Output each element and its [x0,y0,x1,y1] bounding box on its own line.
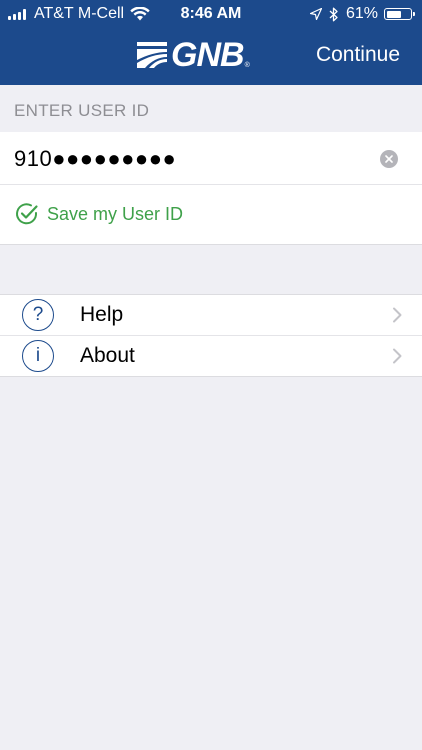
chevron-right-icon [393,348,402,364]
menu-item-label: About [80,344,135,367]
clear-x-icon [385,155,393,163]
battery-fill [386,10,401,18]
logo-field-icon [137,42,167,68]
logo-text: GNB [171,36,245,74]
save-user-id-toggle[interactable]: Save my User ID [0,185,422,243]
continue-button[interactable]: Continue [316,43,400,67]
login-field-group: 910●●●●●●●●● Save my User ID [0,132,422,245]
menu-list: ? Help i About [0,294,422,377]
status-right: 61% [309,5,415,23]
user-id-row[interactable]: 910●●●●●●●●● [0,132,422,185]
menu-item-about[interactable]: i About [0,335,422,376]
checkmark-circle-icon[interactable] [15,202,39,226]
battery-percent: 61% [345,5,378,22]
user-id-input[interactable]: 910●●●●●●●●● [14,146,176,172]
logo-registered-mark: ® [244,61,250,69]
navigation-bar: AT&T M-Cell 8:46 AM 61% GNB ® Continue [0,0,422,85]
gnb-logo: GNB ® [137,36,250,74]
chevron-right-icon [393,307,402,323]
menu-item-label: Help [80,303,124,326]
help-circle-icon: ? [22,299,54,331]
enter-user-id-header: ENTER USER ID [14,101,150,120]
info-circle-icon: i [22,340,54,372]
bluetooth-icon [329,7,338,21]
menu-item-help[interactable]: ? Help [0,295,422,335]
status-bar: AT&T M-Cell 8:46 AM 61% [0,0,422,30]
battery-icon [384,8,415,20]
location-arrow-icon [309,8,322,20]
save-user-id-label[interactable]: Save my User ID [47,204,183,225]
clear-input-button[interactable] [380,150,398,168]
